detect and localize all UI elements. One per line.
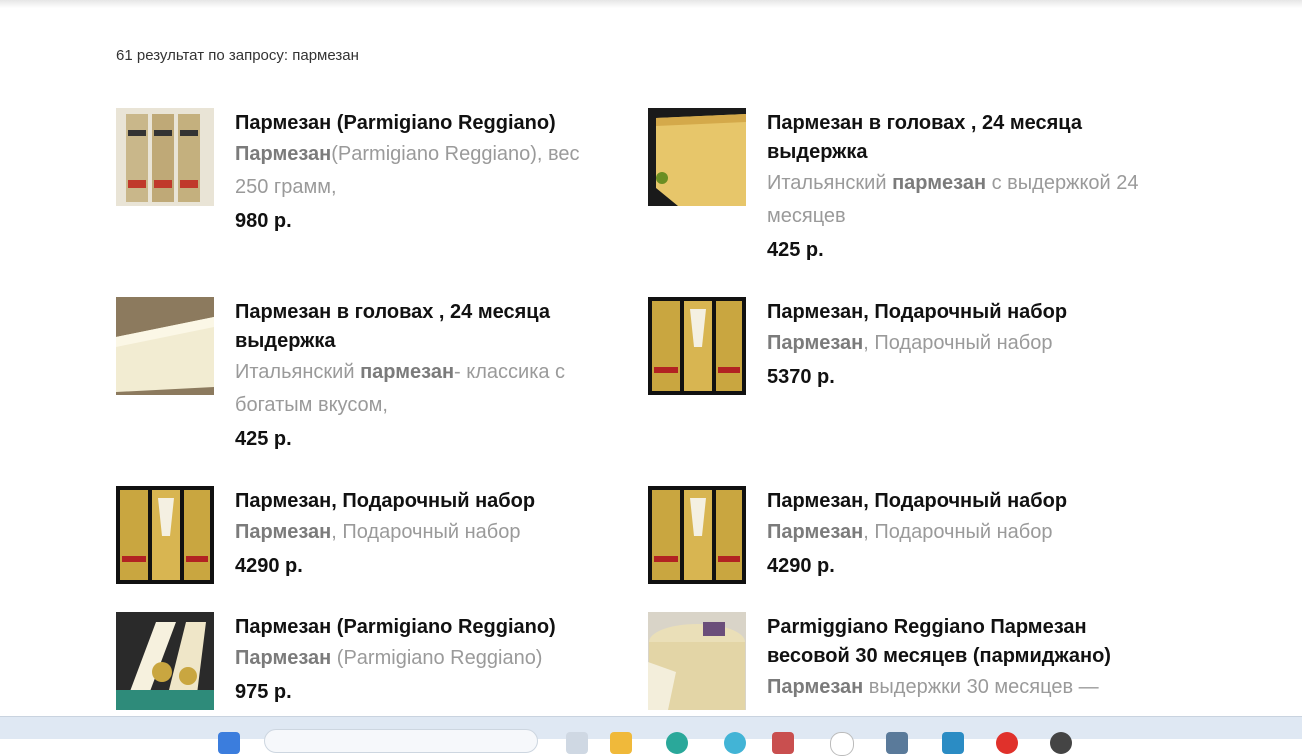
product-price: 5370 р.	[767, 366, 835, 388]
product-title[interactable]: Пармезан (Parmigiano Reggiano)	[235, 613, 615, 642]
product-image[interactable]	[648, 486, 746, 584]
product-title[interactable]: Пармезан в головах , 24 месяца выдержка	[767, 109, 1147, 167]
product-price: 425 р.	[235, 428, 292, 450]
app-icon[interactable]	[724, 732, 746, 754]
product-description: Пармезан(Parmigiano Reggiano), вес 250 г…	[235, 143, 580, 198]
product-title[interactable]: Пармезан, Подарочный набор	[235, 487, 615, 516]
product-item[interactable]: Пармезан (Parmigiano Reggiano) Пармезан …	[116, 612, 616, 710]
product-image[interactable]	[116, 297, 214, 395]
product-image[interactable]	[648, 108, 746, 206]
page-top-shadow	[0, 0, 1302, 8]
product-title[interactable]: Пармезан, Подарочный набор	[767, 298, 1147, 327]
app-icon[interactable]	[1050, 732, 1072, 754]
app-icon[interactable]	[772, 732, 794, 754]
product-item[interactable]: Пармезан в головах , 24 месяца выдержка …	[116, 297, 616, 456]
product-item[interactable]: Пармезан, Подарочный набор Пармезан, Под…	[648, 486, 1148, 584]
product-title[interactable]: Пармезан, Подарочный набор	[767, 487, 1147, 516]
app-icon[interactable]	[886, 732, 908, 754]
product-description: Пармезан, Подарочный набор	[767, 521, 1053, 543]
product-image[interactable]	[648, 297, 746, 395]
product-image[interactable]	[116, 108, 214, 206]
product-item[interactable]: Пармезан (Parmigiano Reggiano) Пармезан(…	[116, 108, 616, 238]
product-title[interactable]: Пармезан в головах , 24 месяца выдержка	[235, 298, 615, 356]
file-explorer-icon[interactable]	[610, 732, 632, 754]
product-description: Пармезан выдержки 30 месяцев —	[767, 676, 1099, 698]
product-item[interactable]: Пармезан, Подарочный набор Пармезан, Под…	[648, 297, 1148, 395]
product-price: 425 р.	[767, 239, 824, 261]
product-description: Пармезан, Подарочный набор	[235, 521, 521, 543]
product-description: Пармезан, Подарочный набор	[767, 332, 1053, 354]
product-title[interactable]: Пармезан (Parmigiano Reggiano)	[235, 109, 615, 138]
product-description: Итальянский пармезан с выдержкой 24 меся…	[767, 172, 1139, 227]
product-price: 975 р.	[235, 681, 292, 703]
product-item[interactable]: Пармезан, Подарочный набор Пармезан, Под…	[116, 486, 616, 584]
product-image[interactable]	[648, 612, 746, 710]
product-description: Итальянский пармезан- классика с богатым…	[235, 361, 566, 416]
product-item[interactable]: Parmiggiano Reggiano Пармезан весовой 30…	[648, 612, 1148, 710]
start-menu-icon[interactable]	[218, 732, 240, 754]
product-price: 4290 р.	[767, 555, 835, 577]
task-view-icon[interactable]	[566, 732, 588, 754]
product-price: 4290 р.	[235, 555, 303, 577]
product-description: Пармезан (Parmigiano Reggiano)	[235, 647, 543, 669]
product-image[interactable]	[116, 612, 214, 710]
edge-browser-icon[interactable]	[666, 732, 688, 754]
product-image[interactable]	[116, 486, 214, 584]
product-price: 980 р.	[235, 210, 292, 232]
app-icon[interactable]	[942, 732, 964, 754]
taskbar-search-input[interactable]	[264, 729, 538, 753]
app-icon[interactable]	[830, 732, 854, 756]
os-taskbar	[0, 716, 1302, 756]
results-count: 61 результат по запросу: пармезан	[116, 47, 359, 64]
product-title[interactable]: Parmiggiano Reggiano Пармезан весовой 30…	[767, 613, 1147, 671]
opera-browser-icon[interactable]	[996, 732, 1018, 754]
product-item[interactable]: Пармезан в головах , 24 месяца выдержка …	[648, 108, 1148, 267]
